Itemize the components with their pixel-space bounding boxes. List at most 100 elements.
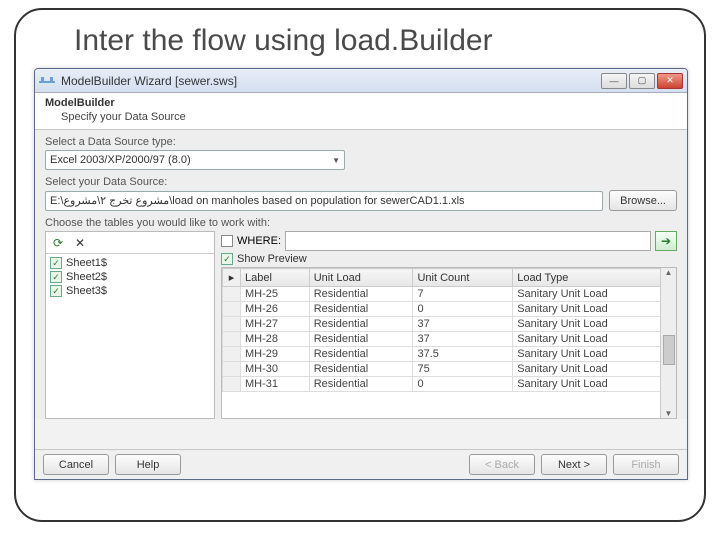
table-row[interactable]: MH-26Residential0Sanitary Unit Load — [223, 302, 676, 317]
next-button[interactable]: Next > — [541, 454, 607, 475]
label-select-type: Select a Data Source type: — [45, 136, 677, 148]
row-header-col[interactable]: ▸ — [223, 269, 241, 287]
datasource-type-value: Excel 2003/XP/2000/97 (8.0) — [50, 154, 191, 166]
table-cell: 37 — [413, 332, 513, 347]
table-cell: Residential — [309, 377, 413, 392]
table-cell: MH-31 — [241, 377, 310, 392]
datasource-path-value: E:\مشروع تخرج ٢\مشروع\load on manholes b… — [50, 194, 465, 207]
table-cell — [223, 332, 241, 347]
preview-grid: ▸ Label Unit Load Unit Count Load Type M… — [221, 267, 677, 419]
table-row[interactable]: MH-30Residential75Sanitary Unit Load — [223, 362, 676, 377]
table-cell: Residential — [309, 317, 413, 332]
table-cell — [223, 317, 241, 332]
table-row[interactable]: MH-29Residential37.5Sanitary Unit Load — [223, 347, 676, 362]
wizard-footer: Cancel Help < Back Next > Finish — [35, 449, 687, 479]
table-row[interactable]: MH-27Residential37Sanitary Unit Load — [223, 317, 676, 332]
app-icon — [39, 75, 55, 87]
scrollbar-thumb[interactable] — [663, 335, 675, 365]
table-cell — [223, 377, 241, 392]
finish-button[interactable]: Finish — [613, 454, 679, 475]
table-row[interactable]: MH-31Residential0Sanitary Unit Load — [223, 377, 676, 392]
table-cell: Sanitary Unit Load — [513, 362, 676, 377]
label-select-source: Select your Data Source: — [45, 176, 677, 188]
col-label[interactable]: Label — [241, 269, 310, 287]
table-row[interactable]: MH-25Residential7Sanitary Unit Load — [223, 287, 676, 302]
sheet-row[interactable]: ✓ Sheet1$ — [50, 256, 210, 270]
sheet-row[interactable]: ✓ Sheet2$ — [50, 270, 210, 284]
table-cell: 75 — [413, 362, 513, 377]
checkbox-checked-icon[interactable]: ✓ — [50, 257, 62, 269]
table-header-row: ▸ Label Unit Load Unit Count Load Type — [223, 269, 676, 287]
maximize-button[interactable]: ▢ — [629, 73, 655, 89]
apply-filter-button[interactable]: ➔ — [655, 231, 677, 251]
table-cell — [223, 362, 241, 377]
tables-toolbar: ⟳ ✕ — [46, 232, 214, 254]
table-cell: MH-26 — [241, 302, 310, 317]
datasource-type-dropdown[interactable]: Excel 2003/XP/2000/97 (8.0) ▼ — [45, 150, 345, 170]
tables-panel: ⟳ ✕ ✓ Sheet1$ ✓ Sheet2$ ✓ — [45, 231, 215, 419]
table-cell — [223, 347, 241, 362]
cancel-button[interactable]: Cancel — [43, 454, 109, 475]
table-cell: Sanitary Unit Load — [513, 302, 676, 317]
help-button[interactable]: Help — [115, 454, 181, 475]
table-cell: Sanitary Unit Load — [513, 347, 676, 362]
wizard-body: Select a Data Source type: Excel 2003/XP… — [35, 130, 687, 419]
preview-panel: WHERE: ➔ ✓ Show Preview ▸ — [221, 231, 677, 419]
minimize-button[interactable]: — — [601, 73, 627, 89]
table-cell: Sanitary Unit Load — [513, 287, 676, 302]
slide-frame: Inter the flow using load.Builder ModelB… — [14, 8, 706, 522]
show-preview-row: ✓ Show Preview — [221, 253, 677, 265]
col-unit-load[interactable]: Unit Load — [309, 269, 413, 287]
table-row[interactable]: MH-28Residential37Sanitary Unit Load — [223, 332, 676, 347]
table-cell: Residential — [309, 347, 413, 362]
table-cell — [223, 302, 241, 317]
sheet-name: Sheet1$ — [66, 257, 107, 269]
sheet-list: ✓ Sheet1$ ✓ Sheet2$ ✓ Sheet3$ — [46, 254, 214, 300]
col-unit-count[interactable]: Unit Count — [413, 269, 513, 287]
label-choose-tables: Choose the tables you would like to work… — [45, 217, 677, 229]
table-cell: Sanitary Unit Load — [513, 332, 676, 347]
scroll-down-icon[interactable]: ▼ — [665, 409, 673, 418]
table-cell: MH-28 — [241, 332, 310, 347]
datasource-path-row: E:\مشروع تخرج ٢\مشروع\load on manholes b… — [45, 190, 677, 211]
col-load-type[interactable]: Load Type — [513, 269, 676, 287]
work-area: ⟳ ✕ ✓ Sheet1$ ✓ Sheet2$ ✓ — [45, 231, 677, 419]
table-cell — [223, 287, 241, 302]
titlebar: ModelBuilder Wizard [sewer.sws] — ▢ ✕ — [35, 69, 687, 93]
chevron-down-icon: ▼ — [332, 156, 340, 165]
table-cell: Residential — [309, 332, 413, 347]
arrow-right-icon: ➔ — [661, 234, 671, 248]
table-cell: 7 — [413, 287, 513, 302]
table-cell: Sanitary Unit Load — [513, 377, 676, 392]
checkbox-checked-icon[interactable]: ✓ — [50, 285, 62, 297]
table-cell: 0 — [413, 302, 513, 317]
checkbox-checked-icon[interactable]: ✓ — [50, 271, 62, 283]
browse-button[interactable]: Browse... — [609, 190, 677, 211]
wizard-header: ModelBuilder Specify your Data Source — [35, 93, 687, 130]
back-button[interactable]: < Back — [469, 454, 535, 475]
vertical-scrollbar[interactable]: ▲ ▼ — [660, 268, 676, 418]
datasource-path-input[interactable]: E:\مشروع تخرج ٢\مشروع\load on manholes b… — [45, 191, 603, 211]
table-cell: MH-27 — [241, 317, 310, 332]
table-cell: Residential — [309, 287, 413, 302]
sheet-row[interactable]: ✓ Sheet3$ — [50, 284, 210, 298]
wizard-window: ModelBuilder Wizard [sewer.sws] — ▢ ✕ Mo… — [34, 68, 688, 480]
scroll-up-icon[interactable]: ▲ — [665, 268, 673, 277]
slide-title: Inter the flow using load.Builder — [74, 24, 686, 58]
where-label: WHERE: — [237, 235, 281, 247]
wizard-header-subtitle: Specify your Data Source — [61, 111, 677, 123]
table-cell: MH-30 — [241, 362, 310, 377]
sheet-name: Sheet2$ — [66, 271, 107, 283]
close-button[interactable]: ✕ — [657, 73, 683, 89]
window-title: ModelBuilder Wizard [sewer.sws] — [61, 74, 601, 88]
preview-table: ▸ Label Unit Load Unit Count Load Type M… — [222, 268, 676, 392]
where-input[interactable] — [285, 231, 651, 251]
where-checkbox[interactable] — [221, 235, 233, 247]
table-cell: MH-29 — [241, 347, 310, 362]
show-preview-checkbox[interactable]: ✓ — [221, 253, 233, 265]
refresh-icon[interactable]: ⟳ — [50, 235, 66, 251]
sheet-name: Sheet3$ — [66, 285, 107, 297]
delete-icon[interactable]: ✕ — [72, 235, 88, 251]
where-row: WHERE: ➔ — [221, 231, 677, 251]
table-cell: 37 — [413, 317, 513, 332]
